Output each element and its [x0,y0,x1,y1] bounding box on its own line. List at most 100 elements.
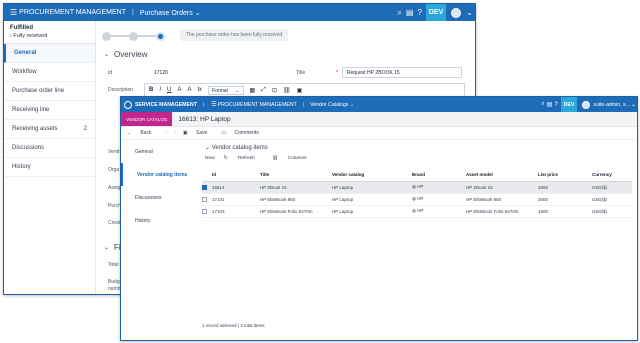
column-header[interactable]: Id [212,169,260,182]
image-icon[interactable]: ▣ [297,87,303,94]
next-icon[interactable]: › [174,130,176,136]
link-icon[interactable]: ⛓ [283,87,291,94]
sidebar-item-discussions[interactable]: Discussions [121,186,196,209]
id-value: 17120 [154,70,168,76]
overview-heading[interactable]: ⌄ Overview [104,50,147,59]
sidebar-item-workflow[interactable]: Workflow [4,63,95,82]
record-header: VENDOR CATALOG 16613: HP Laptop [121,112,637,127]
help-icon[interactable]: ? [417,8,421,17]
sidebar-item-history[interactable]: History [4,158,95,177]
status-subtitle: › Fully received [10,33,48,39]
search-icon[interactable]: ⌕ [541,101,544,108]
item-model: HP ZBook 15 [466,181,538,194]
grid-toolbar: New ↻ Refresh ▥ Columns [205,156,325,161]
sidebar-item-discussions[interactable]: Discussions [4,139,95,158]
entity-tag: VENDOR CATALOG [121,112,173,126]
sidebar-item-history[interactable]: History [121,209,196,232]
help-icon[interactable]: ? [554,102,557,108]
back-button[interactable]: ← Back [127,130,159,136]
status-progress [102,29,165,43]
editor-toolbar: B I U A A Ix Format ⌄ ▦ ⤢ ⊡ ⛓ ▣ [144,83,465,97]
menu-icon[interactable]: ☰ [10,8,17,17]
item-catalog: HP Laptop [332,205,412,218]
item-title: HP ZBook 15 [260,181,332,194]
table-icon[interactable]: ▦ [250,87,256,94]
source-icon[interactable]: ⊡ [272,87,277,94]
chevron-down-icon[interactable]: ⌄ [466,8,473,17]
avatar[interactable] [582,100,591,109]
module-dropdown[interactable]: Vendor Catalogs ⌄ [310,102,354,108]
chat-icon[interactable]: ▤ [406,8,414,17]
description-label: Description [108,87,134,93]
new-button[interactable]: New [205,156,215,161]
sidebar: General Vendor catalog items Discussions… [121,140,196,340]
column-header[interactable]: Currency [592,169,632,182]
prev-icon[interactable]: ‹ [166,130,168,136]
row-checkbox[interactable] [202,184,207,190]
column-header[interactable]: Vendor catalog [332,169,412,182]
table-row[interactable]: 17103 HP EliteBook Folio 9470m HP Laptop… [202,205,632,218]
id-label: Id [108,70,113,76]
item-id-link[interactable]: 17103 [212,205,260,218]
avatar[interactable] [451,7,462,18]
dev-badge: DEV [560,97,578,112]
item-id-link[interactable]: 17101 [212,193,260,206]
item-brand: ◍ HP [412,205,466,218]
clear-format-icon[interactable]: Ix [197,87,202,93]
table-row[interactable]: 16614 HP ZBook 15 HP Laptop ◍ HP HP ZBoo… [202,181,632,194]
status-title: Fulfilled [10,25,33,31]
column-header[interactable]: Brand [412,169,466,182]
item-model: HP EliteBook Folio 9470m [466,205,538,218]
item-catalog: HP Laptop [332,181,412,194]
refresh-button[interactable]: ↻ Refresh [224,156,264,161]
menu-icon[interactable]: ☰ [211,101,216,108]
sidebar-item-receiving-assets[interactable]: Receiving assets 2 [4,120,95,139]
chevron-down-icon[interactable]: ⌄ [631,101,636,108]
sidebar-item-vendor-catalog-items[interactable]: Vendor catalog items [121,163,196,186]
sidebar-item-general[interactable]: General [4,44,95,63]
user-name[interactable]: suite-admin, s... [593,102,630,108]
vendor-label: Vend [108,149,120,155]
columns-button[interactable]: ▥ Columns [273,156,316,161]
table-row[interactable]: 17101 HP EliteBook 850 HP Laptop ◍ HP HP… [202,193,632,206]
assigned-label: Assig [108,185,121,191]
refresh-icon: ↻ [223,156,229,161]
item-catalog: HP Laptop [332,193,412,206]
search-icon[interactable]: ⌕ [397,8,401,18]
item-model: HP EliteBook 850 [466,193,538,206]
sidebar-item-general[interactable]: General [121,140,196,163]
item-id-link[interactable]: 16614 [212,181,260,194]
item-price: 3250 [538,181,592,194]
underline-icon[interactable]: U [167,87,171,93]
save-button[interactable]: ▣ Save [183,130,215,136]
comments-button[interactable]: ▭ Comments [221,130,265,136]
product-name: PROCUREMENT MANAGEMENT [19,9,126,16]
chat-icon[interactable]: ▤ [547,101,553,108]
column-header[interactable]: Asset model [466,169,538,182]
format-select[interactable]: Format ⌄ [208,85,244,95]
dev-badge: DEV [425,4,447,21]
item-brand: ◍ HP [412,193,466,206]
organization-label: Orga [108,167,120,173]
created-label: Creat [108,220,121,226]
module-dropdown[interactable]: Purchase Orders ⌄ [140,9,201,17]
sidebar-item-purchase-order-line[interactable]: Purchase order line [4,82,95,101]
progress-step-current [156,31,165,41]
highlight-icon[interactable]: A [187,87,191,93]
vendor-catalog-items-heading[interactable]: ⌄ Vendor catalog items [205,144,268,151]
sidebar-item-receiving-line[interactable]: Receiving line [4,101,95,120]
top-bar: ☰ PROCUREMENT MANAGEMENT | Purchase Orde… [4,4,475,21]
italic-icon[interactable]: I [159,87,161,93]
row-checkbox[interactable] [202,208,207,214]
columns-icon: ▥ [272,156,279,161]
column-header[interactable]: Title [260,169,332,182]
row-checkbox[interactable] [202,196,207,202]
item-price: 1500 [538,205,592,218]
font-color-icon[interactable]: A [177,87,181,93]
bold-icon[interactable]: B [149,87,153,93]
column-header[interactable]: List price [538,169,592,182]
title-label: Title [296,70,306,76]
number-label: numb [108,286,121,292]
title-input[interactable]: Request HP ZBOOK 15 [342,67,462,78]
expand-icon[interactable]: ⤢ [261,87,266,94]
